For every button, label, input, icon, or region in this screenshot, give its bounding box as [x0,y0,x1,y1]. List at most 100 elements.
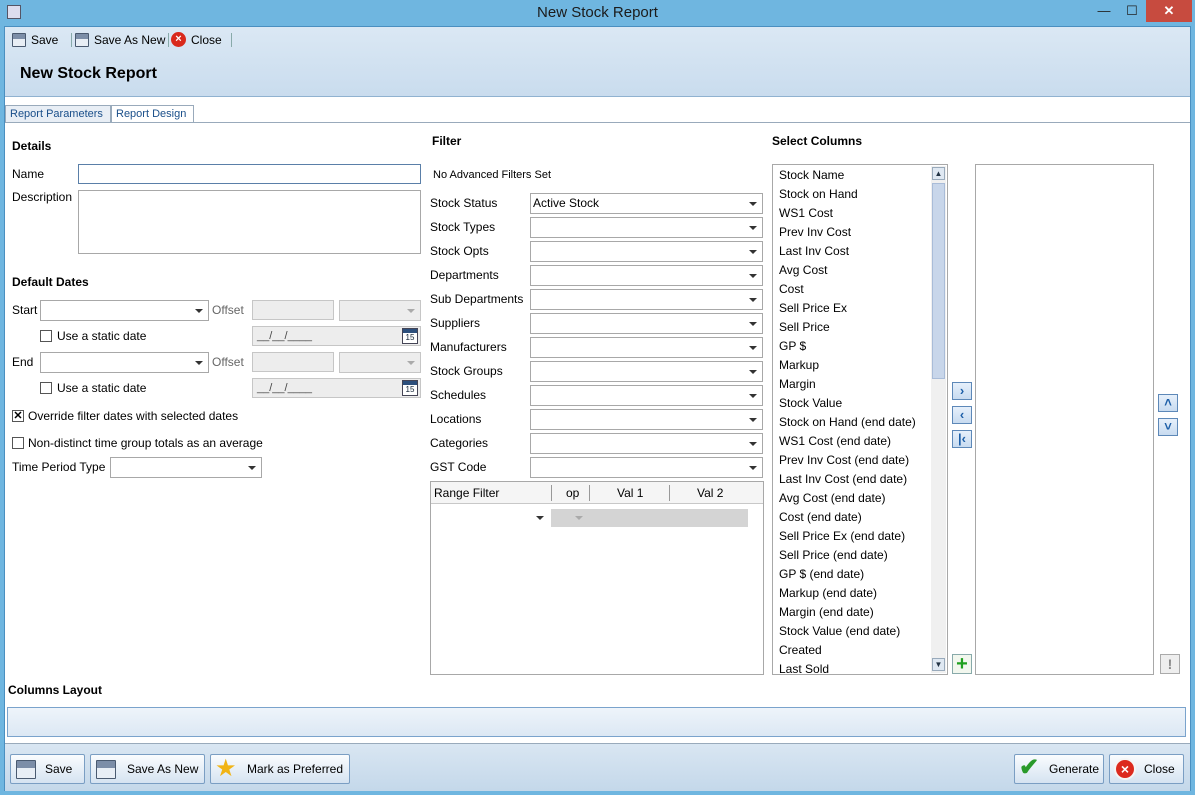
minimize-button[interactable]: — [1090,0,1118,22]
filter-select[interactable] [530,337,763,358]
description-input[interactable] [78,190,421,254]
exclamation-icon[interactable]: ! [1160,654,1180,674]
floppy-icon [96,760,116,779]
list-item[interactable]: Sell Price Ex [779,299,847,318]
chevron-up-icon[interactable]: ˄ [1158,394,1178,412]
list-item[interactable]: Last Inv Cost [779,242,849,261]
list-item[interactable]: Stock Name [779,166,844,185]
available-columns-list[interactable]: Stock Name Stock on Hand WS1 Cost Prev Inv … [772,164,948,675]
time-period-select[interactable] [110,457,262,478]
list-item[interactable]: WS1 Cost [779,204,833,223]
filter-select[interactable] [530,361,763,382]
end-static-date-label: Use a static date [57,381,147,395]
list-item[interactable]: Cost [779,280,804,299]
range-filter-grid[interactable]: Range Filter op Val 1 Val 2 [430,481,764,675]
end-offset-input[interactable] [252,352,334,372]
chevron-down-icon [248,466,256,470]
selected-columns-list[interactable] [975,164,1154,675]
tab-report-design[interactable]: Report Design [111,105,194,123]
list-item[interactable]: Cost (end date) [779,508,862,527]
start-static-date-checkbox[interactable] [40,330,52,342]
end-date-select[interactable] [40,352,209,373]
list-item[interactable]: Created [779,641,822,660]
chevron-down-icon [575,516,583,520]
save-button[interactable]: Save [10,754,85,784]
columns-layout-area[interactable] [7,707,1186,737]
toolbar-save-button[interactable]: Save [9,31,58,49]
advanced-filters-status: No Advanced Filters Set [433,169,552,181]
list-item[interactable]: GP $ (end date) [779,565,864,584]
save-as-new-button[interactable]: Save As New [90,754,205,784]
name-input[interactable] [78,164,421,184]
columns-scrollbar[interactable]: ▲ ▼ [931,166,946,673]
list-item[interactable]: Prev Inv Cost [779,223,851,242]
generate-button[interactable]: ✔ Generate [1014,754,1104,784]
filter-select[interactable] [530,265,763,286]
list-item[interactable]: Prev Inv Cost (end date) [779,451,909,470]
range-filter-disabled-cells [551,509,748,527]
start-date-select[interactable] [40,300,209,321]
filter-label: Manufacturers [430,340,507,354]
list-item[interactable]: Avg Cost [779,261,827,280]
filter-select[interactable] [530,241,763,262]
list-item[interactable]: Stock Value [779,394,842,413]
maximize-button[interactable]: ☐ [1118,0,1146,22]
list-item[interactable]: Margin [779,375,816,394]
end-offset-unit-select[interactable] [339,352,421,373]
chevron-right-icon[interactable]: › [952,382,972,400]
toolbar-save-label: Save [31,33,59,47]
chevron-down-icon [749,394,757,398]
end-static-date-input[interactable]: __/__/____ 15 [252,378,421,398]
scroll-up-icon[interactable]: ▲ [932,167,945,180]
list-item[interactable]: Sell Price (end date) [779,546,888,565]
non-distinct-label: Non-distinct time group totals as an ave… [28,436,263,450]
chevron-left-icon[interactable]: ‹ [952,406,972,424]
filter-label: Stock Types [430,220,496,234]
list-item[interactable]: Avg Cost (end date) [779,489,886,508]
calendar-icon[interactable]: 15 [402,328,418,344]
filter-select[interactable] [530,433,763,454]
start-static-date-input[interactable]: __/__/____ 15 [252,326,421,346]
list-item[interactable]: Sell Price Ex (end date) [779,527,905,546]
filter-select[interactable] [530,313,763,334]
list-item[interactable]: Markup (end date) [779,584,877,603]
non-distinct-checkbox[interactable] [12,437,24,449]
list-item[interactable]: Last Sold [779,660,829,674]
override-dates-checkbox[interactable]: ✕ [12,410,24,422]
mark-as-preferred-button[interactable]: ★ Mark as Preferred [210,754,350,784]
start-offset-input[interactable] [252,300,334,320]
chevron-down-icon [195,361,203,365]
chevron-down-icon [195,309,203,313]
filter-select[interactable] [530,289,763,310]
filter-select[interactable]: Active Stock [530,193,763,214]
scroll-thumb[interactable] [932,183,945,379]
list-item[interactable]: Last Inv Cost (end date) [779,470,907,489]
list-item[interactable]: Stock on Hand (end date) [779,413,916,432]
chevron-down-icon [536,516,544,520]
chevron-down-icon[interactable]: ˅ [1158,418,1178,436]
list-item[interactable]: GP $ [779,337,806,356]
calendar-icon[interactable]: 15 [402,380,418,396]
filter-select[interactable] [530,409,763,430]
range-filter-field-select[interactable] [431,509,549,527]
start-offset-unit-select[interactable] [339,300,421,321]
filter-select[interactable] [530,457,763,478]
scroll-down-icon[interactable]: ▼ [932,658,945,671]
list-item[interactable]: WS1 Cost (end date) [779,432,891,451]
list-item[interactable]: Sell Price [779,318,830,337]
list-item[interactable]: Stock on Hand [779,185,858,204]
double-chevron-left-icon[interactable]: |‹ [952,430,972,448]
toolbar-save-as-new-button[interactable]: Save As New [72,31,165,49]
window-close-button[interactable]: ✕ [1146,0,1192,22]
end-static-date-checkbox[interactable] [40,382,52,394]
tab-report-parameters[interactable]: Report Parameters [5,105,111,123]
list-item[interactable]: Stock Value (end date) [779,622,900,641]
list-item[interactable]: Markup [779,356,819,375]
close-button[interactable]: × Close [1109,754,1184,784]
list-item[interactable]: Margin (end date) [779,603,874,622]
filter-select[interactable] [530,385,763,406]
filter-select[interactable] [530,217,763,238]
chevron-down-icon [749,322,757,326]
plus-icon[interactable]: + [952,654,972,674]
toolbar-close-button[interactable]: × Close [169,31,222,49]
